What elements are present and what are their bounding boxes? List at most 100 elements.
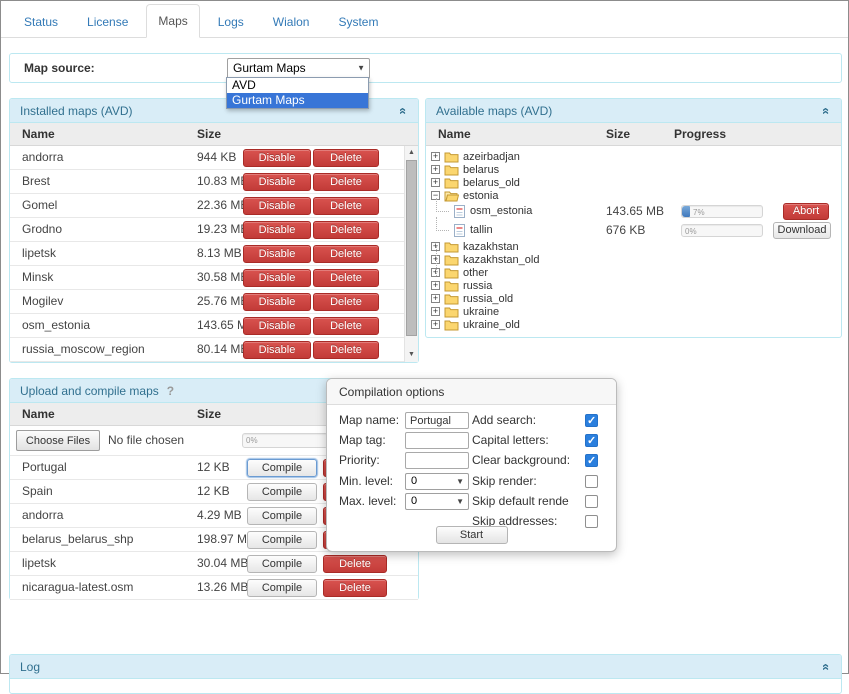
tab-license[interactable]: License (76, 6, 139, 38)
progress-value: 0% (246, 436, 258, 445)
expand-icon[interactable] (431, 294, 440, 303)
tree-item-folder[interactable]: ukraine_old (426, 318, 841, 331)
file-size: 143.65 MB (606, 204, 665, 218)
disable-button[interactable]: Disable (243, 221, 311, 239)
tree-item-folder[interactable]: kazakhstan_old (426, 253, 841, 266)
map-size: 30.04 MB (197, 556, 249, 570)
column-header-size: Size (197, 127, 222, 141)
option-gurtam-maps[interactable]: Gurtam Maps (227, 93, 368, 108)
clear-background-checkbox[interactable] (585, 453, 598, 470)
folder-icon (444, 254, 459, 266)
tree-item-folder[interactable]: other (426, 266, 841, 279)
scroll-thumb[interactable] (406, 160, 417, 336)
skip-default-render-checkbox[interactable] (585, 495, 598, 508)
progress-value: 7% (693, 208, 705, 217)
folder-name: russia (463, 279, 493, 292)
add-search-checkbox[interactable] (585, 413, 598, 430)
map-name-label: Map name: (339, 413, 400, 427)
delete-button[interactable]: Delete (313, 341, 379, 359)
tree-item-folder[interactable]: belarus_old (426, 176, 841, 189)
tree-item-folder[interactable]: ukraine (426, 305, 841, 318)
compile-button[interactable]: Compile (247, 483, 317, 501)
delete-button[interactable]: Delete (313, 149, 379, 167)
tab-status[interactable]: Status (13, 6, 69, 38)
disable-button[interactable]: Disable (243, 149, 311, 167)
tree-item-folder[interactable]: azeirbadjan (426, 150, 841, 163)
expand-icon[interactable] (431, 281, 440, 290)
compile-button[interactable]: Compile (247, 555, 317, 573)
expand-icon[interactable] (431, 307, 440, 316)
delete-button[interactable]: Delete (313, 197, 379, 215)
disable-button[interactable]: Disable (243, 317, 311, 335)
disable-button[interactable]: Disable (243, 173, 311, 191)
map-source-select[interactable]: Gurtam Maps ▼ (227, 58, 370, 79)
tree-item-folder[interactable]: russia (426, 279, 841, 292)
scroll-down-icon[interactable]: ▼ (405, 349, 418, 361)
folder-name: belarus (463, 163, 500, 176)
map-name-input[interactable] (405, 412, 469, 429)
delete-button[interactable]: Delete (313, 269, 379, 287)
scrollbar[interactable]: ▲ ▼ (404, 146, 418, 362)
priority-input[interactable] (405, 452, 469, 469)
delete-button[interactable]: Delete (313, 173, 379, 191)
option-avd[interactable]: AVD (227, 78, 368, 93)
tree-item-folder-expanded[interactable]: estonia (426, 189, 841, 202)
delete-button[interactable]: Delete (323, 579, 387, 597)
column-header-size: Size (606, 127, 631, 141)
progress-bar: 7% (681, 205, 763, 218)
table-row: lipetsk 30.04 MB Compile Delete (10, 552, 418, 576)
help-icon[interactable]: ? (167, 384, 174, 398)
abort-button[interactable]: Abort (783, 203, 829, 220)
disable-button[interactable]: Disable (243, 341, 311, 359)
compile-button[interactable]: Compile (247, 459, 317, 477)
min-level-select[interactable]: 0 ▼ (405, 473, 469, 490)
tree-item-folder[interactable]: russia_old (426, 292, 841, 305)
tab-system[interactable]: System (327, 6, 389, 38)
tab-maps[interactable]: Maps (146, 4, 200, 38)
delete-button[interactable]: Delete (313, 245, 379, 263)
delete-button[interactable]: Delete (323, 555, 387, 573)
folder-name: ukraine (463, 305, 500, 318)
table-row: Brest 10.83 MB Disable Delete (10, 170, 418, 194)
map-tag-input[interactable] (405, 432, 469, 449)
min-level-value: 0 (411, 475, 418, 487)
delete-button[interactable]: Delete (313, 317, 379, 335)
delete-button[interactable]: Delete (313, 221, 379, 239)
tree-item-file[interactable]: osm_estonia 143.65 MB 7% Abort (426, 198, 841, 221)
map-name: Brest (22, 174, 51, 188)
expand-icon[interactable] (431, 165, 440, 174)
download-button[interactable]: Download (773, 222, 831, 239)
scroll-up-icon[interactable]: ▲ (405, 147, 418, 159)
expand-icon[interactable] (431, 320, 440, 329)
max-level-select[interactable]: 0 ▼ (405, 493, 469, 510)
compile-button[interactable]: Compile (247, 579, 317, 597)
map-name: Gomel (22, 198, 58, 212)
expand-icon[interactable] (431, 152, 440, 161)
collapse-icon[interactable]: « (396, 104, 411, 118)
tree-item-file[interactable]: tallin 676 KB 0% Download (426, 217, 841, 240)
disable-button[interactable]: Disable (243, 293, 311, 311)
skip-render-checkbox[interactable] (585, 475, 598, 488)
map-size: 13.26 MB (197, 580, 249, 594)
compile-button[interactable]: Compile (247, 507, 317, 525)
expand-icon[interactable] (431, 178, 440, 187)
delete-button[interactable]: Delete (313, 293, 379, 311)
start-button[interactable]: Start (435, 526, 508, 544)
map-name: Mogilev (22, 294, 64, 308)
folder-name: kazakhstan (463, 240, 519, 253)
compile-button[interactable]: Compile (247, 531, 317, 549)
choose-files-button[interactable]: Choose Files (16, 430, 100, 451)
collapse-icon[interactable]: « (819, 660, 834, 674)
installed-maps-panel: Installed maps (AVD) « Name Size andorra… (9, 98, 419, 363)
disable-button[interactable]: Disable (243, 245, 311, 263)
tree-item-folder[interactable]: kazakhstan (426, 240, 841, 253)
capital-letters-checkbox[interactable] (585, 433, 598, 450)
disable-button[interactable]: Disable (243, 197, 311, 215)
disable-button[interactable]: Disable (243, 269, 311, 287)
tree-item-folder[interactable]: belarus (426, 163, 841, 176)
tab-logs[interactable]: Logs (207, 6, 255, 38)
collapse-icon[interactable]: « (819, 104, 834, 118)
folder-icon (444, 151, 459, 163)
skip-addresses-checkbox[interactable] (585, 515, 598, 528)
tab-wialon[interactable]: Wialon (262, 6, 321, 38)
